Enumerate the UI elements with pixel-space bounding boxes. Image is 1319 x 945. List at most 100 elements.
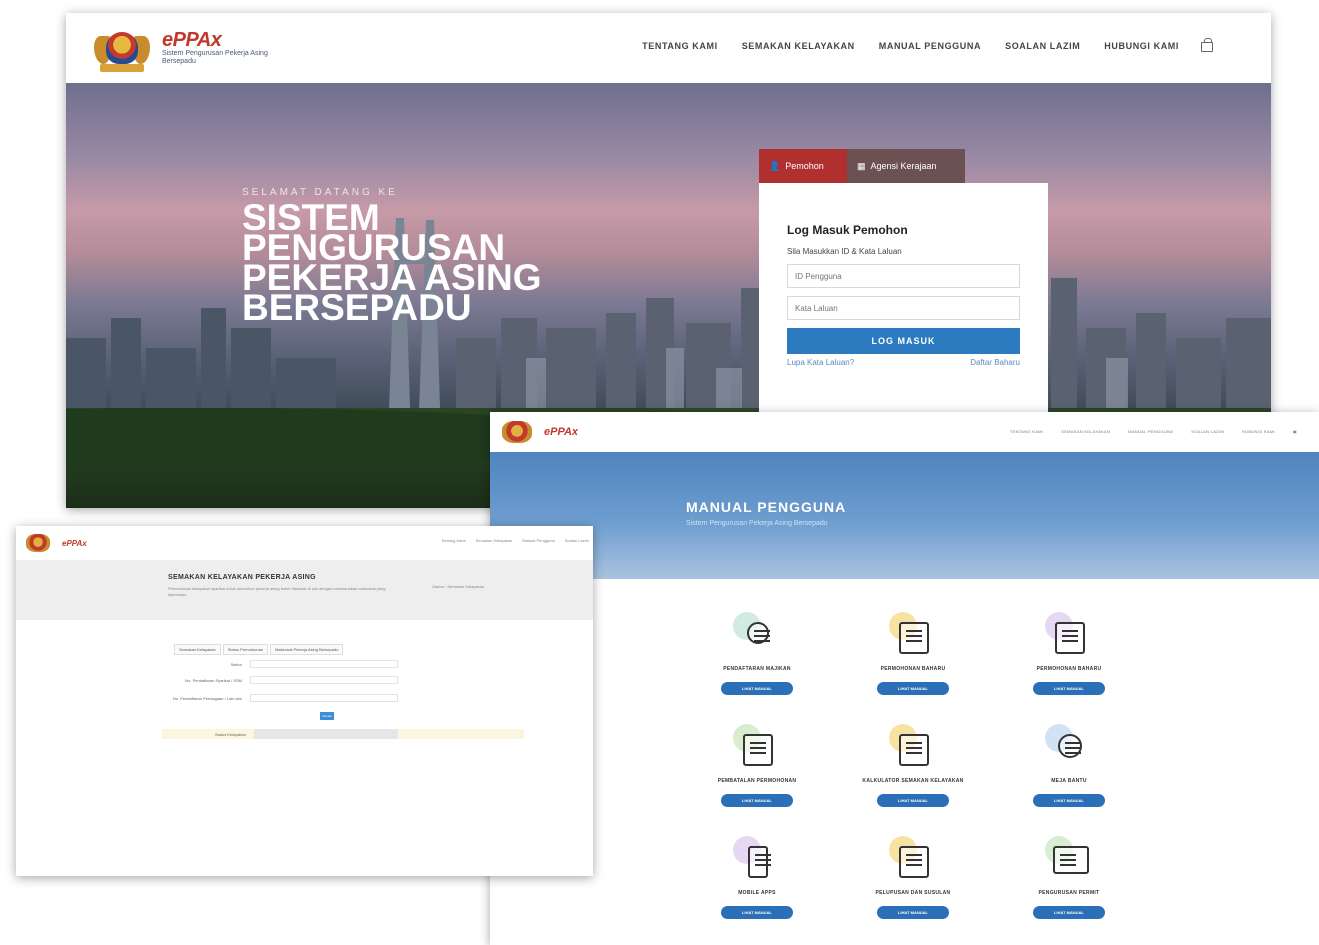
user-icon: 👤 [769, 160, 781, 171]
brand-logo-text[interactable]: ePPAx [544, 426, 578, 438]
view-manual-button[interactable]: LIHAT MANUAL [1033, 906, 1105, 919]
manual-item-label: PEMBATALAN PERMOHONAN [717, 778, 797, 784]
manual-item-disposal: PELUPUSAN DAN SUSULAN LIHAT MANUAL [838, 836, 988, 919]
nav-about[interactable]: Tentang Kami [441, 538, 465, 543]
manual-item-label: PENDAFTARAN MAJIKAN [723, 666, 791, 672]
manual-item-label: PERMOHONAN BAHARU [1036, 666, 1102, 672]
nav-eligibility[interactable]: SEMAKAN KELAYAKAN [1061, 429, 1110, 434]
sector-select[interactable] [250, 660, 398, 668]
hero-title: SISTEM PENGURUSAN PEKERJA ASING BERSEPAD… [242, 197, 542, 328]
lifebuoy-icon [1043, 724, 1095, 772]
view-manual-button[interactable]: LIHAT MANUAL [877, 906, 949, 919]
manual-header: ePPAx TENTANG KAMI SEMAKAN KELAYAKAN MAN… [490, 412, 1319, 452]
register-link[interactable]: Daftar Baharu [970, 358, 1020, 367]
view-manual-button[interactable]: LIHAT MANUAL [877, 794, 949, 807]
ssm-label: No. Pendaftaran Syarikat / SSM [185, 677, 242, 683]
business-reg-input[interactable] [250, 694, 398, 702]
login-instructions: Sila Masukkan ID & Kata Laluan [787, 247, 902, 256]
employer-key-icon [731, 612, 783, 660]
eligibility-tabs: Semakan Kelayakan Status Permohonan Makl… [174, 644, 344, 655]
nav-eligibility[interactable]: SEMAKAN KELAYAKAN [742, 41, 855, 51]
brand-logo-text: ePPAx [162, 29, 222, 51]
main-nav: TENTANG KAMI SEMAKAN KELAYAKAN MANUAL PE… [642, 41, 1179, 51]
id-card-icon [1043, 836, 1095, 884]
manual-page-subtitle: Sistem Pengurusan Pekerja Asing Bersepad… [686, 520, 828, 527]
eligibility-description: Permohonan kelayakan syarikat untuk memo… [168, 586, 386, 597]
view-manual-button[interactable]: LIHAT MANUAL [1033, 794, 1105, 807]
login-button[interactable]: LOG MASUK [787, 328, 1020, 354]
login-icon[interactable] [1201, 38, 1213, 52]
breadcrumb[interactable]: Utama › Semakan Kelayakan [432, 584, 484, 589]
tab-eligibility[interactable]: Semakan Kelayakan [174, 644, 221, 655]
document-chart-icon [887, 836, 939, 884]
view-manual-button[interactable]: LIHAT MANUAL [1033, 682, 1105, 695]
main-header: ePPAx Sistem Pengurusan Pekerja Asing Be… [66, 13, 1271, 83]
login-title: Log Masuk Pemohon [787, 223, 908, 237]
manual-item-label: PERMOHONAN BAHARU [880, 666, 946, 672]
manual-item-label: PELUPUSAN DAN SUSULAN [875, 890, 951, 896]
ssm-input[interactable] [250, 676, 398, 684]
nav-contact[interactable]: HUBUNGI KAMI [1104, 41, 1179, 51]
document-refresh-icon [1043, 612, 1095, 660]
coat-of-arms-logo[interactable] [26, 534, 50, 552]
check-button[interactable]: Semak [320, 712, 334, 720]
tab-government-agency[interactable]: ▦ Agensi Kerajaan [847, 149, 965, 183]
manual-item-label: PENGURUSAN PERMIT [1038, 890, 1100, 896]
eppax-brand[interactable]: ePPAx Sistem Pengurusan Pekerja Asing Be… [162, 30, 272, 66]
coat-of-arms-logo[interactable] [94, 24, 150, 72]
manual-item-new-application: PERMOHONAN BAHARU LIHAT MANUAL [838, 612, 988, 695]
manual-item-mobile-apps: MOBILE APPS LIHAT MANUAL [682, 836, 832, 919]
nav-faq[interactable]: SOALAN LAZIM [1005, 41, 1080, 51]
tab-application-status[interactable]: Status Permohonan [222, 644, 269, 655]
nav-contact[interactable]: HUBUNGI KAMI [1242, 429, 1275, 434]
user-id-input[interactable] [787, 264, 1020, 288]
manual-item-label: MEJA BANTU [1051, 778, 1087, 784]
nav-about[interactable]: TENTANG KAMI [1010, 429, 1043, 434]
tab-worker-info[interactable]: Maklumat Pekerja Asing Bersepadu [270, 644, 344, 655]
eligibility-banner: SEMAKAN KELAYAKAN PEKERJA ASING Permohon… [16, 560, 593, 620]
eligibility-page-title: SEMAKAN KELAYAKAN PEKERJA ASING [168, 574, 316, 581]
nav-faq[interactable]: Soalan Lazim [565, 538, 589, 543]
view-manual-button[interactable]: LIHAT MANUAL [721, 682, 793, 695]
building-icon: ▦ [857, 160, 866, 171]
view-manual-button[interactable]: LIHAT MANUAL [721, 906, 793, 919]
coat-of-arms-logo[interactable] [502, 421, 532, 443]
brand-logo-text[interactable]: ePPAx [62, 539, 87, 548]
tab-applicant-label: Pemohon [785, 161, 824, 171]
manual-item-permit: PENGURUSAN PERMIT LIHAT MANUAL [994, 836, 1144, 919]
eligibility-header: ePPAx Tentang Kami Semakan Kelayakan Man… [16, 526, 593, 560]
nav-faq[interactable]: SOALAN LAZIM [1191, 429, 1224, 434]
password-input[interactable] [787, 296, 1020, 320]
manual-item-label: KALKULATOR SEMAKAN KELAYAKAN [862, 778, 964, 784]
login-icon[interactable]: ▣ [1293, 429, 1297, 434]
manual-item-renewal: PERMOHONAN BAHARU LIHAT MANUAL [994, 612, 1144, 695]
manual-item-cancellation: PEMBATALAN PERMOHONAN LIHAT MANUAL [682, 724, 832, 807]
ssm-row: No. Pendaftaran Syarikat / SSM [166, 676, 416, 684]
manual-banner: MANUAL PENGGUNA Sistem Pengurusan Pekerj… [490, 452, 1319, 579]
nav-manual[interactable]: MANUAL PENGGUNA [1128, 429, 1173, 434]
forgot-password-link[interactable]: Lupa Kata Laluan? [787, 358, 854, 367]
view-manual-button[interactable]: LIHAT MANUAL [877, 682, 949, 695]
manual-item-calculator: KALKULATOR SEMAKAN KELAYAKAN LIHAT MANUA… [838, 724, 988, 807]
sector-row: Sektor [166, 660, 416, 668]
login-tabs: 👤 Pemohon ▦ Agensi Kerajaan [759, 149, 965, 183]
form-icon [887, 612, 939, 660]
nav-about[interactable]: TENTANG KAMI [642, 41, 718, 51]
document-cancel-icon [731, 724, 783, 772]
manual-item-helpdesk: MEJA BANTU LIHAT MANUAL [994, 724, 1144, 807]
brand-subtitle: Sistem Pengurusan Pekerja Asing Bersepad… [162, 50, 268, 65]
nav-manual[interactable]: MANUAL PENGGUNA [879, 41, 981, 51]
eligibility-check-screenshot: ePPAx Tentang Kami Semakan Kelayakan Man… [16, 526, 593, 876]
view-manual-button[interactable]: LIHAT MANUAL [721, 794, 793, 807]
manual-item-employer-registration: PENDAFTARAN MAJIKAN LIHAT MANUAL [682, 612, 832, 695]
eligibility-nav: Tentang Kami Semakan Kelayakan Manual Pe… [441, 538, 589, 543]
nav-eligibility[interactable]: Semakan Kelayakan [476, 538, 513, 543]
sector-label: Sektor [230, 661, 242, 667]
business-reg-label: No. Pendaftaran Perniagaan / Lain-lain [172, 695, 242, 701]
manual-item-label: MOBILE APPS [738, 890, 776, 896]
tab-applicant[interactable]: 👤 Pemohon [759, 149, 847, 183]
tab-agency-label: Agensi Kerajaan [870, 161, 937, 171]
nav-manual[interactable]: Manual Pengguna [522, 538, 554, 543]
user-manual-screenshot: ePPAx TENTANG KAMI SEMAKAN KELAYAKAN MAN… [490, 412, 1319, 945]
login-card: Log Masuk Pemohon Sila Masukkan ID & Kat… [759, 183, 1048, 423]
